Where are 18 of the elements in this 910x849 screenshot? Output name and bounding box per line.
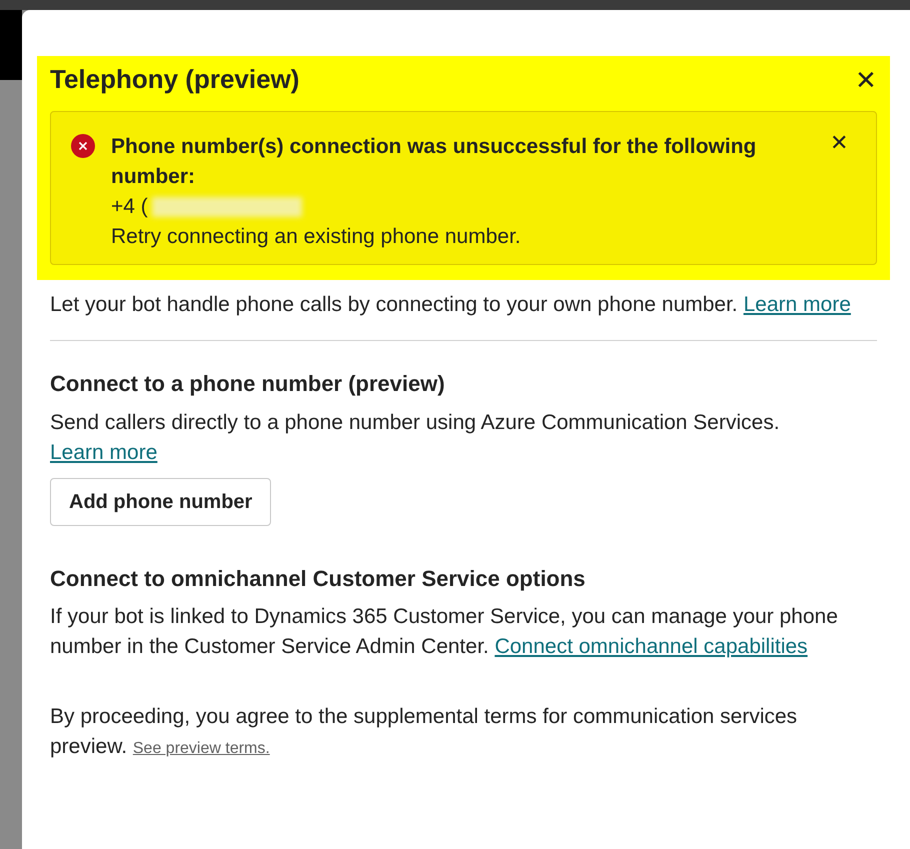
alert-message: Retry connecting an existing phone number. [111,224,522,250]
description-text: If your bot is linked to Dynamics 365 Customer Service, you can manage your phone number in the Customer Service Admin Center. Connect omnichannel capabilities [50,604,839,660]
description-text: Send callers directly to a phone number using Azure Communication Services. Learn more [50,410,781,466]
dismiss-button[interactable]: ✕ [830,132,848,154]
error-icon [71,134,95,158]
link[interactable]: Learn more [50,440,158,464]
link[interactable]: See preview terms. [132,740,270,757]
close-button[interactable]: ✕ [855,66,877,93]
section-heading: Connect to omnichannel Customer Service options [50,566,586,592]
link[interactable]: Learn more [743,293,851,316]
description-text: By proceeding, you agree to the supplemental terms for communication services preview. See preview terms. [50,704,798,760]
link[interactable]: Connect omnichannel capabilities [494,634,808,658]
add-phone-number-button[interactable]: Add phone number [50,478,272,526]
dialog-title: Telephony (preview) [50,64,300,96]
phone-number: +4 ( [111,194,148,220]
description-text: Let your bot handle phone calls by connecting to your own phone number. Learn more [50,292,852,318]
section-heading: Connect to a phone number (preview) [50,371,446,398]
alert-heading: Phone number(s) connection was unsuccessful for the following number: [111,134,758,190]
